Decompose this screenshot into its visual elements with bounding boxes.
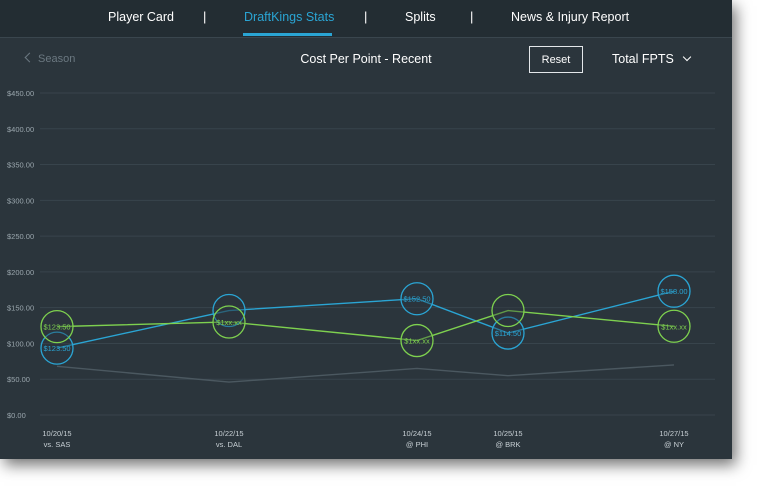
- y-tick-label: $150.00: [7, 304, 34, 313]
- data-label: $158.00: [660, 287, 687, 296]
- x-tick-date: 10/25/15: [493, 429, 522, 438]
- x-tick-opponent: vs. SAS: [44, 440, 71, 449]
- data-label: $1xx.xx: [404, 337, 430, 346]
- y-tick-label: $300.00: [7, 196, 34, 205]
- x-tick-date: 10/22/15: [214, 429, 243, 438]
- data-label: $152.50: [403, 295, 430, 304]
- y-tick-label: $100.00: [7, 339, 34, 348]
- y-tick-label: $400.00: [7, 125, 34, 134]
- data-label: $1xx.xx: [216, 318, 242, 327]
- y-tick-label: $50.00: [7, 375, 30, 384]
- y-tick-label: $200.00: [7, 268, 34, 277]
- data-point[interactable]: [491, 293, 525, 328]
- y-tick-label: $450.00: [7, 89, 34, 98]
- x-tick-date: 10/27/15: [659, 429, 688, 438]
- x-tick-opponent: @ BRK: [495, 440, 520, 449]
- x-tick-opponent: vs. DAL: [216, 440, 242, 449]
- y-tick-label: $0.00: [7, 411, 26, 420]
- cost-per-point-chart: $123.50 $152.50 $114.50 $158.00 $123.50 $1xx.…: [7, 89, 715, 449]
- y-tick-label: $350.00: [7, 161, 34, 170]
- data-label: $123.50: [43, 323, 70, 332]
- x-tick-date: 10/24/15: [402, 429, 431, 438]
- app-panel: Player Card | DraftKings Stats | Splits …: [0, 0, 732, 459]
- data-label: $114.50: [495, 329, 522, 338]
- x-tick-opponent: @ PHI: [406, 440, 428, 449]
- x-tick-opponent: @ NY: [664, 440, 684, 449]
- series-line: [56, 290, 675, 349]
- data-label: $1xx.xx: [661, 322, 687, 331]
- x-tick-date: 10/20/15: [42, 429, 71, 438]
- y-tick-label: $250.00: [7, 232, 34, 241]
- data-label: $123.50: [43, 344, 70, 353]
